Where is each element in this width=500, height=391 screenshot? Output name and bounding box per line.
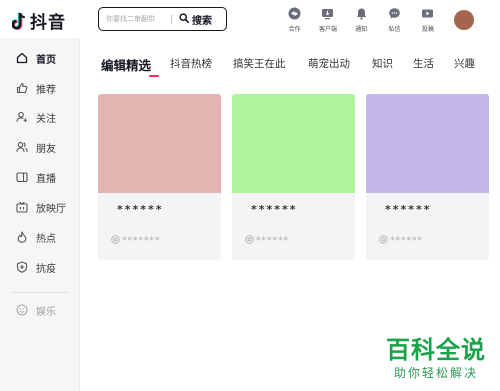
- tab-interest[interactable]: 兴趣: [454, 56, 475, 71]
- upload-button[interactable]: 投稿: [411, 6, 444, 33]
- sidebar-item-friends[interactable]: 朋友: [16, 139, 56, 155]
- sidebar-item-cinema[interactable]: 放映厅: [16, 199, 66, 215]
- shield-cross-icon: [16, 261, 28, 273]
- message-label: 私信: [388, 26, 401, 33]
- upload-label: 投稿: [421, 26, 434, 33]
- at-icon: [379, 235, 388, 247]
- live-tv-icon: [16, 171, 28, 183]
- at-icon: [111, 235, 120, 247]
- author-name: *******: [122, 236, 161, 246]
- at-icon: [245, 235, 254, 247]
- search-bar: 搜索: [98, 7, 227, 31]
- tab-life[interactable]: 生活: [413, 56, 434, 71]
- search-icon: [179, 12, 189, 26]
- watermark-title: 百科全说: [386, 336, 486, 364]
- sidebar: 首页 推荐 关注 朋友 直播 放映厅 热点 抗疫 娱乐: [0, 38, 80, 391]
- video-title[interactable]: ******: [251, 203, 298, 216]
- notification-button[interactable]: 通知: [345, 6, 378, 33]
- home-icon: [16, 52, 28, 64]
- video-author[interactable]: ******: [379, 235, 423, 247]
- video-author[interactable]: ******: [245, 235, 289, 247]
- sidebar-item-recommend[interactable]: 推荐: [16, 80, 56, 96]
- sidebar-divider: [12, 292, 68, 293]
- logo-text: 抖音: [30, 13, 66, 33]
- sidebar-item-label: 关注: [36, 113, 56, 125]
- cinema-icon: [16, 201, 28, 213]
- video-card[interactable]: ****** *******: [98, 94, 221, 260]
- sidebar-item-home[interactable]: 首页: [16, 50, 56, 66]
- user-avatar[interactable]: [454, 10, 474, 30]
- tab-editor-picks[interactable]: 编辑精选: [101, 55, 151, 74]
- sidebar-item-label: 直播: [36, 173, 56, 185]
- video-title[interactable]: ******: [385, 203, 432, 216]
- video-thumbnail[interactable]: [366, 94, 489, 193]
- author-name: ******: [256, 236, 289, 246]
- tab-knowledge[interactable]: 知识: [372, 56, 393, 71]
- video-card[interactable]: ****** ******: [232, 94, 355, 260]
- client-label: 客户端: [318, 26, 337, 33]
- douyin-note-icon: [10, 11, 26, 31]
- cooperate-label: 合作: [288, 26, 301, 33]
- active-tab-indicator: [149, 75, 159, 77]
- sidebar-item-antiepidemic[interactable]: 抗疫: [16, 259, 56, 275]
- douyin-logo[interactable]: 抖音: [10, 8, 66, 33]
- watermark: 百科全说 助你轻松解决: [386, 336, 486, 381]
- cooperate-button[interactable]: 合作: [278, 6, 311, 33]
- top-bar: 抖音 搜索 合作 客户端 通知: [0, 0, 500, 38]
- top-action-icons: 合作 客户端 通知 私信 投稿: [278, 6, 444, 33]
- tab-hot-list[interactable]: 抖音热榜: [170, 56, 212, 71]
- sidebar-item-label: 首页: [36, 54, 56, 66]
- notification-label: 通知: [355, 26, 368, 33]
- sidebar-item-label: 抗疫: [36, 263, 56, 275]
- sidebar-item-label: 热点: [36, 233, 56, 245]
- video-thumbnail[interactable]: [232, 94, 355, 193]
- sidebar-item-hot[interactable]: 热点: [16, 229, 56, 245]
- watermark-subtitle: 助你轻松解决: [393, 366, 478, 380]
- category-tabs: 编辑精选 抖音热榜 搞笑王在此 萌宠出动 知识 生活 兴趣: [80, 38, 500, 80]
- thumbs-up-icon: [16, 82, 28, 94]
- bell-icon: [354, 6, 368, 20]
- video-thumbnail[interactable]: [98, 94, 221, 193]
- search-button-label: 搜索: [192, 15, 212, 27]
- desktop-client-icon: [321, 6, 335, 20]
- follow-user-icon: [16, 111, 28, 123]
- upload-video-icon: [421, 6, 435, 20]
- sidebar-item-follow[interactable]: 关注: [16, 109, 56, 125]
- smile-icon: [16, 304, 28, 316]
- message-button[interactable]: 私信: [378, 6, 411, 33]
- message-icon: [388, 6, 402, 20]
- sidebar-item-label: 娱乐: [36, 306, 56, 318]
- author-name: ******: [390, 236, 423, 246]
- sidebar-item-live[interactable]: 直播: [16, 169, 56, 185]
- tab-pets[interactable]: 萌宠出动: [308, 56, 350, 71]
- friends-icon: [16, 141, 28, 153]
- search-input[interactable]: [99, 15, 169, 23]
- handshake-icon: [288, 6, 302, 20]
- flame-icon: [16, 231, 28, 243]
- sidebar-item-label: 朋友: [36, 143, 56, 155]
- search-divider: [171, 14, 172, 24]
- video-card[interactable]: ****** ******: [366, 94, 489, 260]
- client-download-button[interactable]: 客户端: [311, 6, 344, 33]
- sidebar-item-label: 放映厅: [36, 203, 66, 215]
- sidebar-item-label: 推荐: [36, 84, 56, 96]
- tab-funny[interactable]: 搞笑王在此: [233, 56, 286, 71]
- video-title[interactable]: ******: [117, 203, 164, 216]
- search-button[interactable]: 搜索: [179, 12, 212, 27]
- video-author[interactable]: *******: [111, 235, 161, 247]
- sidebar-item-entertainment[interactable]: 娱乐: [16, 302, 56, 318]
